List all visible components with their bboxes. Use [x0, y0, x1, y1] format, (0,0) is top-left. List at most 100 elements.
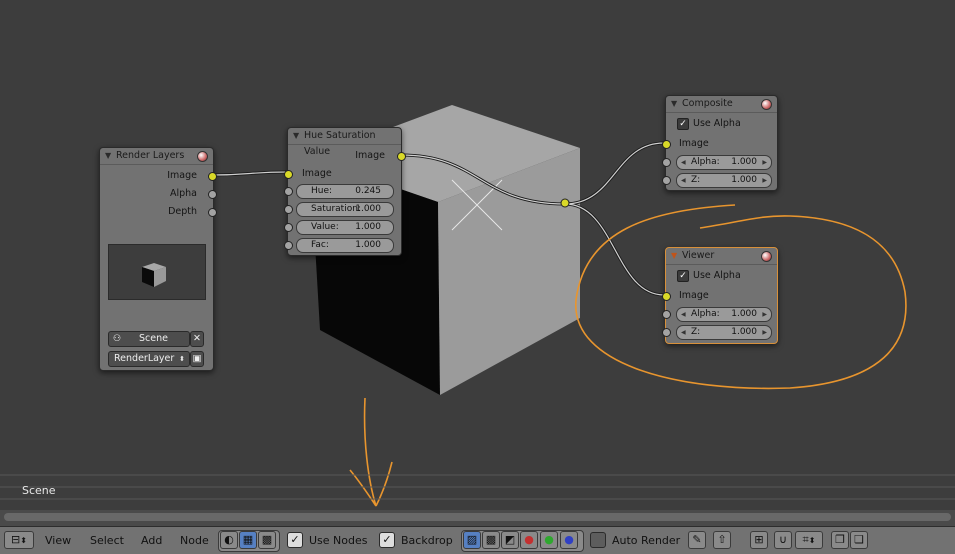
- compositing-icon: ▦: [242, 533, 254, 546]
- decrement-arrow-icon[interactable]: ◀: [681, 174, 686, 187]
- preview-sphere-icon[interactable]: [761, 251, 772, 262]
- backdrop-color-alpha-button[interactable]: ▨: [463, 531, 481, 549]
- backdrop-checkbox[interactable]: ✓: [379, 532, 395, 548]
- hue-field[interactable]: Hue: 0.245: [296, 184, 394, 199]
- saturation-field[interactable]: Saturation: 1.000: [296, 202, 394, 217]
- updown-arrow-icon: ⬍: [20, 536, 27, 545]
- alpha-field[interactable]: ◀ Alpha: 1.000 ▶: [676, 307, 772, 322]
- input-socket-alpha[interactable]: [662, 310, 671, 319]
- input-socket-image[interactable]: [284, 170, 293, 179]
- input-socket-alpha[interactable]: [662, 158, 671, 167]
- render-layer-selector[interactable]: RenderLayer ⬍: [108, 351, 190, 367]
- collapse-triangle-icon[interactable]: ▼: [293, 128, 299, 144]
- node-header[interactable]: ▼ Viewer: [666, 248, 777, 265]
- menu-select[interactable]: Select: [90, 533, 124, 549]
- output-socket-alpha[interactable]: [208, 190, 217, 199]
- node-title: Viewer: [682, 250, 715, 261]
- decrement-arrow-icon[interactable]: ◀: [681, 156, 686, 169]
- alpha-field[interactable]: ◀ Alpha: 1.000 ▶: [676, 155, 772, 170]
- horizontal-scrollbar[interactable]: [0, 510, 955, 526]
- annotation-arrow: [349, 397, 393, 507]
- arrow-up-icon: ⇧: [717, 533, 727, 546]
- z-field[interactable]: ◀ Z: 1.000 ▶: [676, 173, 772, 188]
- material-sphere-icon: ◐: [224, 533, 234, 546]
- node-editor[interactable]: ▼ Render Layers Image Alpha Depth ⚇ Scen…: [0, 0, 955, 510]
- node-title: Composite: [682, 98, 733, 109]
- backdrop-alpha-button[interactable]: ▩: [482, 531, 500, 549]
- shader-tree-button[interactable]: ◐: [220, 531, 238, 549]
- use-nodes-label: Use Nodes: [309, 534, 368, 547]
- input-socket-image[interactable]: [662, 140, 671, 149]
- texture-tree-button[interactable]: ▩: [258, 531, 276, 549]
- timeline-grid: [0, 474, 955, 500]
- pin-button[interactable]: ✎: [688, 531, 706, 549]
- viewer-node[interactable]: ▼ Viewer ✓ Use Alpha Image ◀ Alpha: 1.00…: [662, 247, 778, 344]
- increment-arrow-icon[interactable]: ▶: [762, 308, 767, 321]
- auto-render-checkbox[interactable]: ✓: [590, 532, 606, 548]
- node-header[interactable]: ▼ Render Layers: [100, 148, 213, 165]
- backdrop-blue-button[interactable]: ●: [560, 531, 578, 549]
- input-socket-hue[interactable]: [284, 187, 293, 196]
- auto-render-label: Auto Render: [612, 534, 681, 547]
- value-field[interactable]: Value: 1.000: [296, 220, 394, 235]
- node-header[interactable]: ▼ Hue Saturation Value: [288, 128, 401, 157]
- output-socket-image[interactable]: [208, 172, 217, 181]
- backdrop-color-button[interactable]: ◩: [501, 531, 519, 549]
- input-socket-image[interactable]: [662, 292, 671, 301]
- alpha-checker-icon: ▩: [485, 533, 497, 546]
- output-label-image: Image: [167, 170, 197, 181]
- compositor-tree-button[interactable]: ▦: [239, 531, 257, 549]
- collapse-triangle-icon[interactable]: ▼: [671, 248, 677, 264]
- render-preview-thumbnail: [108, 244, 206, 300]
- scrollbar-track[interactable]: [4, 513, 951, 521]
- pin-icon: ✎: [692, 533, 702, 546]
- input-socket-fac[interactable]: [284, 241, 293, 250]
- input-socket-value[interactable]: [284, 223, 293, 232]
- hue-saturation-value-node[interactable]: ▼ Hue Saturation Value Image Image Hue: …: [284, 127, 406, 256]
- render-layers-node[interactable]: ▼ Render Layers Image Alpha Depth ⚇ Scen…: [99, 147, 217, 371]
- paste-nodes-button[interactable]: ❏: [850, 531, 868, 549]
- z-field[interactable]: ◀ Z: 1.000 ▶: [676, 325, 772, 340]
- backdrop-green-button[interactable]: ●: [540, 531, 558, 549]
- input-label-image: Image: [302, 168, 332, 179]
- output-socket-image[interactable]: [397, 152, 406, 161]
- snap-element-dropdown[interactable]: ⌗⬍: [795, 531, 823, 549]
- clear-scene-button[interactable]: ✕: [190, 331, 204, 347]
- copy-nodes-button[interactable]: ❐: [831, 531, 849, 549]
- node-header[interactable]: ▼ Composite: [666, 96, 777, 113]
- output-label-alpha: Alpha: [169, 188, 197, 199]
- collapse-triangle-icon[interactable]: ▼: [671, 96, 677, 112]
- scene-selector[interactable]: ⚇ Scene: [108, 331, 190, 347]
- increment-arrow-icon[interactable]: ▶: [762, 174, 767, 187]
- updown-arrow-icon: ⬍: [808, 536, 816, 545]
- blue-channel-icon: ●: [564, 533, 574, 546]
- use-alpha-checkbox[interactable]: ✓: [677, 118, 689, 130]
- input-socket-saturation[interactable]: [284, 205, 293, 214]
- preview-sphere-icon[interactable]: [197, 151, 208, 162]
- decrement-arrow-icon[interactable]: ◀: [681, 326, 686, 339]
- color-ramp-icon: ◩: [504, 533, 516, 546]
- decrement-arrow-icon[interactable]: ◀: [681, 308, 686, 321]
- input-socket-z[interactable]: [662, 176, 671, 185]
- use-nodes-checkbox[interactable]: ✓: [287, 532, 303, 548]
- input-socket-z[interactable]: [662, 328, 671, 337]
- copy-icon: ❐: [835, 533, 845, 546]
- menu-node[interactable]: Node: [180, 533, 209, 549]
- use-alpha-checkbox[interactable]: ✓: [677, 270, 689, 282]
- render-layer-button[interactable]: ▣: [190, 351, 204, 367]
- preview-sphere-icon[interactable]: [761, 99, 772, 110]
- fac-field[interactable]: Fac: 1.000: [296, 238, 394, 253]
- editor-type-button[interactable]: ⊟⬍: [4, 531, 34, 549]
- use-alpha-label: Use Alpha: [693, 118, 741, 129]
- increment-arrow-icon[interactable]: ▶: [762, 156, 767, 169]
- snap-toggle-button[interactable]: ∪: [774, 531, 792, 549]
- composite-node[interactable]: ▼ Composite ✓ Use Alpha Image ◀ Alpha: 1…: [662, 95, 778, 191]
- output-socket-depth[interactable]: [208, 208, 217, 217]
- increment-arrow-icon[interactable]: ▶: [762, 326, 767, 339]
- collapse-triangle-icon[interactable]: ▼: [105, 148, 111, 164]
- go-parent-button[interactable]: ⇧: [713, 531, 731, 549]
- auto-offset-button[interactable]: ⊞: [750, 531, 768, 549]
- backdrop-red-button[interactable]: ●: [520, 531, 538, 549]
- menu-view[interactable]: View: [45, 533, 71, 549]
- menu-add[interactable]: Add: [141, 533, 162, 549]
